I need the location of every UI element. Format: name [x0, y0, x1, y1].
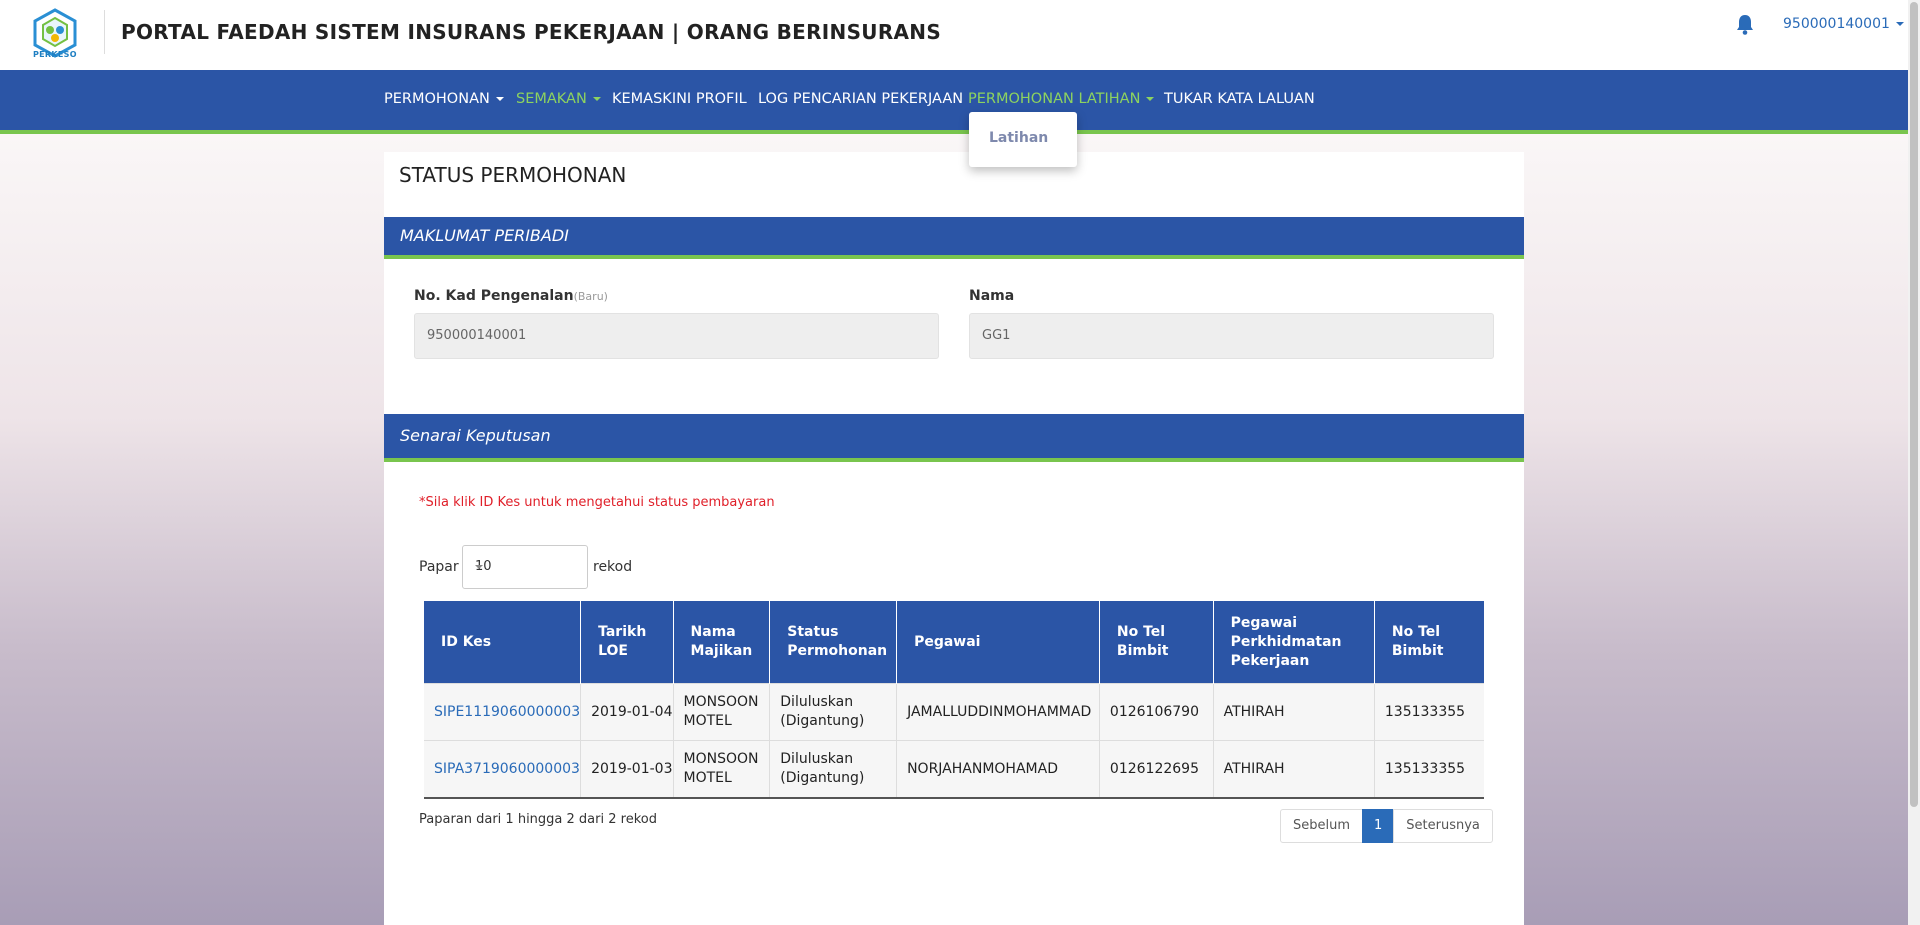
- ic-label-text: No. Kad Pengenalan: [414, 288, 574, 304]
- table-cell: Diluluskan (Digantung): [769, 683, 898, 741]
- ic-label: No. Kad Pengenalan(Baru): [414, 288, 608, 304]
- nav-label: KEMASKINI PROFIL: [612, 91, 747, 107]
- nav-label: PERMOHONAN: [384, 91, 490, 107]
- show-label: Papar: [419, 559, 459, 575]
- table-cell: SIPE1119060000003: [424, 683, 582, 741]
- next-page-button[interactable]: Seterusnya: [1393, 809, 1493, 843]
- col-header[interactable]: Status Permohonan: [769, 601, 898, 684]
- section-header-personal: MAKLUMAT PERIBADI: [384, 217, 1524, 259]
- top-header: PERKESO PORTAL FAEDAH SISTEM INSURANS PE…: [0, 0, 1908, 70]
- nav-permohonan-latihan[interactable]: PERMOHONAN LATIHAN: [968, 91, 1155, 107]
- nav-tukar-kata-laluan[interactable]: TUKAR KATA LALUAN: [1164, 91, 1315, 107]
- scrollbar-thumb[interactable]: [1910, 2, 1918, 807]
- table-cell: 2019-01-04: [580, 683, 674, 741]
- table-cell: 135133355: [1374, 683, 1484, 741]
- page-title: STATUS PERMOHONAN: [399, 163, 627, 187]
- table-cell: 2019-01-03: [580, 740, 674, 799]
- page-1-button[interactable]: 1: [1362, 809, 1395, 843]
- table-row: SIPE1119060000003 2019-01-04 MONSOON MOT…: [424, 683, 1484, 741]
- dropdown-item-latihan[interactable]: Latihan: [989, 130, 1048, 146]
- decisions-table: ID Kes Tarikh LOE Nama Majikan Status Pe…: [424, 601, 1484, 799]
- payment-note: *Sila klik ID Kes untuk mengetahui statu…: [419, 495, 775, 510]
- header-divider: [104, 10, 105, 54]
- chevron-down-icon: [1146, 97, 1155, 101]
- nav-label: PERMOHONAN LATIHAN: [968, 91, 1141, 107]
- table-cell: Diluluskan (Digantung): [769, 740, 898, 799]
- table-cell: 135133355: [1374, 740, 1484, 799]
- table-cell: 0126106790: [1099, 683, 1214, 741]
- main-navbar: PERMOHONAN SEMAKAN KEMASKINI PROFIL LOG …: [0, 70, 1908, 134]
- records-label: rekod: [593, 559, 633, 575]
- col-header[interactable]: Pegawai Perkhidmatan Pekerjaan: [1213, 601, 1375, 684]
- table-cell: ATHIRAH: [1213, 683, 1375, 741]
- table-cell: MONSOON MOTEL: [673, 683, 771, 741]
- case-id-link[interactable]: SIPE1119060000003: [434, 704, 580, 720]
- col-header[interactable]: ID Kes: [424, 601, 582, 684]
- pagination: Sebelum 1 Seterusnya: [1280, 809, 1493, 843]
- nav-label: LOG PENCARIAN PEKERJAAN: [758, 91, 964, 107]
- table-header-row: ID Kes Tarikh LOE Nama Majikan Status Pe…: [424, 601, 1484, 684]
- table-info: Paparan dari 1 hingga 2 dari 2 rekod: [419, 812, 657, 827]
- case-id-link[interactable]: SIPA3719060000003: [434, 761, 580, 777]
- name-label: Nama: [969, 288, 1015, 304]
- content-card: STATUS PERMOHONAN MAKLUMAT PERIBADI No. …: [384, 152, 1524, 925]
- name-field[interactable]: GG1: [969, 313, 1494, 359]
- chevron-down-icon: [1895, 22, 1904, 26]
- ic-label-sub: (Baru): [573, 290, 608, 303]
- user-menu[interactable]: 950000140001: [1783, 16, 1904, 32]
- nav-kemaskini-profil[interactable]: KEMASKINI PROFIL: [612, 91, 747, 107]
- user-id: 950000140001: [1783, 16, 1890, 32]
- section-header-decisions: Senarai Keputusan: [384, 414, 1524, 462]
- page-size-select[interactable]: 10: [462, 545, 588, 589]
- table-row: SIPA3719060000003 2019-01-03 MONSOON MOT…: [424, 740, 1484, 799]
- nav-label: SEMAKAN: [516, 91, 587, 107]
- site-title: PORTAL FAEDAH SISTEM INSURANS PEKERJAAN …: [121, 20, 942, 44]
- col-header[interactable]: No Tel Bimbit: [1099, 601, 1214, 684]
- col-header[interactable]: Nama Majikan: [673, 601, 771, 684]
- table-cell: ATHIRAH: [1213, 740, 1375, 799]
- logo-text: PERKESO: [33, 50, 77, 59]
- section-title: Senarai Keputusan: [400, 426, 551, 445]
- chevron-down-icon: [495, 97, 504, 101]
- nav-permohonan[interactable]: PERMOHONAN: [384, 91, 504, 107]
- chevron-down-icon: [475, 565, 483, 569]
- table-cell: JAMALLUDDINMOHAMMAD: [896, 683, 1100, 741]
- col-header[interactable]: Tarikh LOE: [580, 601, 674, 684]
- section-title: MAKLUMAT PERIBADI: [400, 226, 569, 245]
- col-header[interactable]: Pegawai: [896, 601, 1100, 684]
- page-scrollbar[interactable]: [1908, 0, 1920, 925]
- col-header[interactable]: No Tel Bimbit: [1374, 601, 1484, 684]
- latihan-dropdown-menu: Latihan: [969, 112, 1077, 167]
- nav-log-pencarian[interactable]: LOG PENCARIAN PEKERJAAN: [758, 91, 963, 107]
- bell-icon[interactable]: [1735, 14, 1755, 36]
- table-cell: MONSOON MOTEL: [673, 740, 771, 799]
- table-cell: 0126122695: [1099, 740, 1214, 799]
- chevron-down-icon: [592, 97, 601, 101]
- ic-field[interactable]: 950000140001: [414, 313, 939, 359]
- nav-semakan[interactable]: SEMAKAN: [516, 91, 601, 107]
- prev-page-button[interactable]: Sebelum: [1280, 809, 1364, 843]
- nav-label: TUKAR KATA LALUAN: [1164, 91, 1315, 107]
- table-cell: NORJAHANMOHAMAD: [896, 740, 1100, 799]
- table-cell: SIPA3719060000003: [424, 740, 582, 799]
